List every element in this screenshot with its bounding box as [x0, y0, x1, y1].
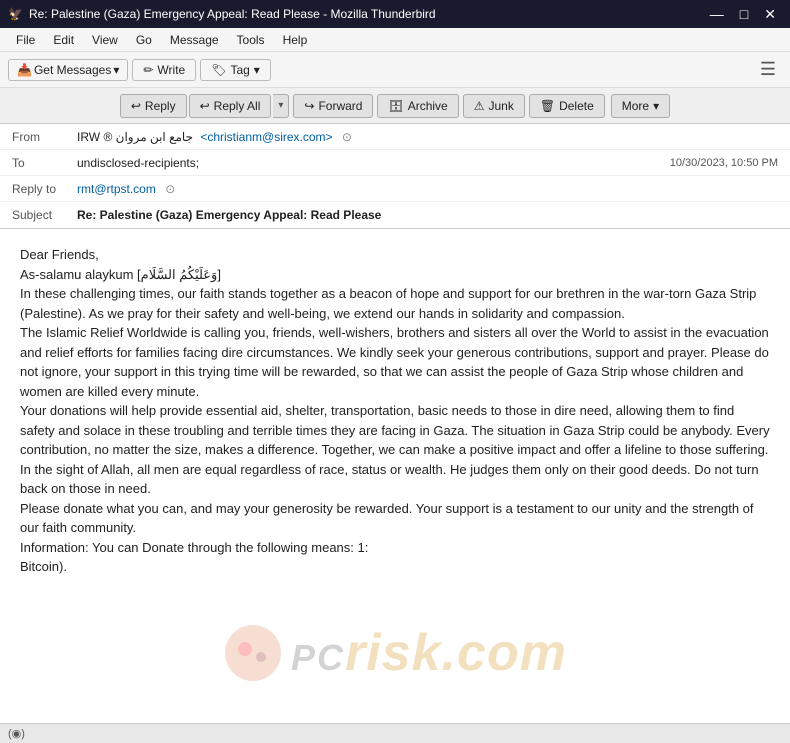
reply-all-dropdown[interactable]: ▾: [273, 94, 289, 118]
reply-to-verify-icon[interactable]: ⊙: [165, 182, 175, 196]
status-text: (◉): [8, 727, 25, 740]
reply-icon: ↩: [131, 99, 141, 113]
forward-label: Forward: [318, 99, 362, 113]
from-verify-icon[interactable]: ⊙: [342, 130, 352, 144]
forward-icon: ↪: [304, 99, 314, 113]
more-label: More: [622, 99, 649, 113]
body-paragraph6: Bitcoin).: [20, 557, 770, 577]
to-field: To undisclosed-recipients; 10/30/2023, 1…: [0, 150, 790, 176]
reply-to-field: Reply to rmt@rtpst.com ⊙: [0, 176, 790, 202]
reply-all-icon: ↩: [200, 99, 210, 113]
junk-label: Junk: [488, 99, 513, 113]
junk-button[interactable]: ⚠ Junk: [463, 94, 525, 118]
from-value: IRW ® جامع ابن مروان <christianm@sirex.c…: [77, 130, 778, 144]
from-field: From IRW ® جامع ابن مروان <christianm@si…: [0, 124, 790, 150]
close-button[interactable]: ✕: [758, 6, 782, 23]
body-paragraph3: Your donations will help provide essenti…: [20, 401, 770, 499]
title-bar: 🦅 Re: Palestine (Gaza) Emergency Appeal:…: [0, 0, 790, 28]
main-area: From IRW ® جامع ابن مروان <christianm@si…: [0, 124, 790, 743]
from-label: From: [12, 130, 77, 144]
menu-view[interactable]: View: [84, 31, 126, 49]
get-messages-icon: 📥: [17, 63, 32, 77]
delete-button[interactable]: 🗑 Delete: [529, 94, 605, 118]
window-controls: — □ ✕: [704, 6, 782, 23]
subject-field: Subject Re: Palestine (Gaza) Emergency A…: [0, 202, 790, 228]
menu-bar: File Edit View Go Message Tools Help: [0, 28, 790, 52]
reply-label: Reply: [145, 99, 176, 113]
main-toolbar: 📥 Get Messages ▾ ✏ Write 🏷 Tag ▾ ☰: [0, 52, 790, 88]
write-button[interactable]: ✏ Write: [132, 59, 196, 81]
from-name: IRW ® جامع ابن مروان: [77, 130, 193, 144]
get-messages-dropdown-icon[interactable]: ▾: [113, 63, 119, 77]
reply-to-label: Reply to: [12, 182, 77, 196]
window-title: Re: Palestine (Gaza) Emergency Appeal: R…: [29, 7, 436, 21]
reply-group: ↩ Reply ↩ Reply All ▾: [120, 94, 290, 118]
menu-tools[interactable]: Tools: [229, 31, 273, 49]
more-dropdown-icon: ▾: [653, 99, 659, 113]
delete-label: Delete: [559, 99, 594, 113]
subject-value: Re: Palestine (Gaza) Emergency Appeal: R…: [77, 208, 381, 222]
to-value: undisclosed-recipients;: [77, 156, 670, 170]
to-label: To: [12, 156, 77, 170]
junk-icon: ⚠: [474, 99, 485, 113]
tag-label: Tag: [230, 63, 249, 77]
menu-message[interactable]: Message: [162, 31, 227, 49]
reply-all-label: Reply All: [214, 99, 261, 113]
write-icon: ✏: [143, 63, 153, 77]
tag-button[interactable]: 🏷 Tag ▾: [200, 59, 271, 81]
tag-dropdown-icon[interactable]: ▾: [254, 63, 260, 77]
body-paragraph4: Please donate what you can, and may your…: [20, 499, 770, 538]
body-greeting: Dear Friends,: [20, 245, 770, 265]
subject-label: Subject: [12, 208, 77, 222]
get-messages-label: Get Messages: [34, 63, 111, 77]
delete-icon: 🗑: [540, 99, 555, 113]
archive-button[interactable]: 🗄 Archive: [377, 94, 458, 118]
maximize-button[interactable]: □: [734, 6, 754, 23]
hamburger-menu[interactable]: ☰: [754, 57, 782, 82]
tag-icon: 🏷: [211, 63, 226, 77]
forward-button[interactable]: ↪ Forward: [293, 94, 373, 118]
status-bar: (◉): [0, 723, 790, 743]
action-toolbar: ↩ Reply ↩ Reply All ▾ ↪ Forward 🗄 Archiv…: [0, 88, 790, 124]
date-value: 10/30/2023, 10:50 PM: [670, 157, 778, 169]
minimize-button[interactable]: —: [704, 6, 730, 23]
email-body: Dear Friends, As-salamu alaykum [وَعَلَي…: [0, 229, 790, 743]
email-header: From IRW ® جامع ابن مروان <christianm@si…: [0, 124, 790, 229]
reply-button[interactable]: ↩ Reply: [120, 94, 187, 118]
menu-go[interactable]: Go: [128, 31, 160, 49]
from-email: <christianm@sirex.com>: [200, 130, 332, 144]
menu-edit[interactable]: Edit: [45, 31, 82, 49]
archive-label: Archive: [408, 99, 448, 113]
body-salutation: As-salamu alaykum [وَعَلَيْكُمُ السَّلَا…: [20, 265, 770, 285]
reply-to-email: rmt@rtpst.com: [77, 182, 156, 196]
archive-icon: 🗄: [388, 99, 403, 113]
body-paragraph1: In these challenging times, our faith st…: [20, 284, 770, 323]
get-messages-button[interactable]: 📥 Get Messages ▾: [8, 59, 128, 81]
reply-all-button[interactable]: ↩ Reply All: [189, 94, 272, 118]
body-paragraph2: The Islamic Relief Worldwide is calling …: [20, 323, 770, 401]
write-label: Write: [157, 63, 185, 77]
reply-to-value: rmt@rtpst.com ⊙: [77, 182, 778, 196]
menu-help[interactable]: Help: [275, 31, 316, 49]
app-icon: 🦅: [8, 7, 23, 21]
body-paragraph5: Information: You can Donate through the …: [20, 538, 770, 558]
more-button[interactable]: More ▾: [611, 94, 670, 118]
menu-file[interactable]: File: [8, 31, 43, 49]
